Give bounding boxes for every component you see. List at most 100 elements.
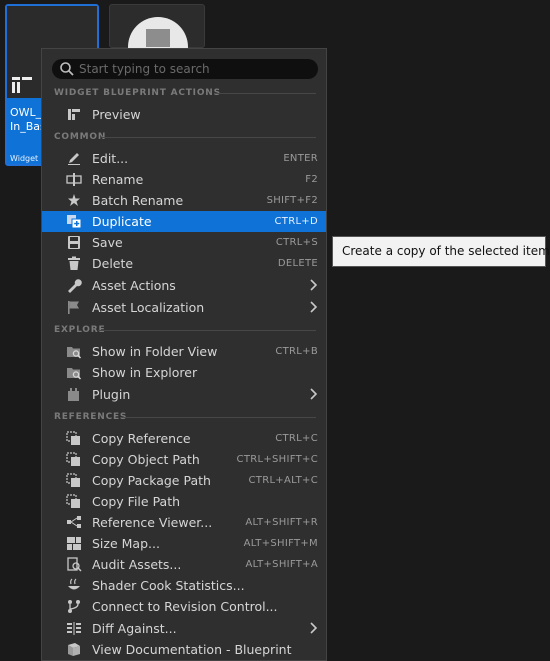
menu-item-plugin[interactable]: Plugin	[42, 384, 326, 405]
menu-item-label: Edit...	[92, 151, 129, 166]
menu-item-label: View Documentation - Blueprint	[92, 642, 292, 657]
menu-item-shortcut: DELETE	[277, 258, 318, 269]
cube-thumbnail-icon	[146, 29, 170, 47]
menu-item-save[interactable]: Save CTRL+S	[42, 232, 326, 253]
menu-item-copy-package-path[interactable]: Copy Package Path CTRL+ALT+C	[42, 470, 326, 491]
menu-item-shortcut: CTRL+S	[275, 237, 318, 248]
menu-item-audit-assets[interactable]: Audit Assets... ALT+SHIFT+A	[42, 554, 326, 575]
menu-item-label: Rename	[92, 172, 144, 187]
rename-icon	[66, 173, 82, 186]
menu-item-diff-against[interactable]: Diff Against...	[42, 618, 326, 639]
folder-icon	[67, 368, 82, 380]
folder-search-icon	[67, 347, 82, 359]
size-map-icon	[67, 537, 81, 550]
menu-item-label: Save	[92, 235, 123, 250]
reference-viewer-icon	[67, 516, 81, 528]
menu-item-label: Size Map...	[92, 536, 160, 551]
trash-icon	[68, 256, 80, 270]
menu-item-label: Preview	[92, 107, 141, 122]
tooltip-text: Create a copy of the selected item(s).	[342, 244, 550, 258]
menu-item-label: Duplicate	[92, 214, 152, 229]
menu-item-shortcut: CTRL+ALT+C	[248, 475, 318, 486]
menu-item-label: Copy Object Path	[92, 452, 200, 467]
copy-icon	[66, 452, 80, 466]
menu-item-shortcut: CTRL+D	[274, 216, 318, 227]
copy-icon	[66, 473, 80, 487]
wrench-icon	[68, 279, 82, 293]
menu-item-label: Connect to Revision Control...	[92, 599, 278, 614]
menu-item-reference-viewer[interactable]: Reference Viewer... ALT+SHIFT+R	[42, 512, 326, 533]
batch-rename-icon	[68, 194, 80, 206]
diff-icon	[67, 622, 81, 635]
menu-item-copy-object-path[interactable]: Copy Object Path CTRL+SHIFT+C	[42, 449, 326, 470]
menu-item-shortcut: ALT+SHIFT+A	[245, 559, 318, 570]
menu-item-label: Copy Reference	[92, 431, 191, 446]
menu-item-shortcut: CTRL+C	[275, 433, 318, 444]
search-placeholder: Start typing to search	[79, 62, 210, 76]
menu-item-shortcut: ALT+SHIFT+M	[243, 538, 318, 549]
flag-icon	[68, 301, 79, 314]
menu-item-rename[interactable]: Rename F2	[42, 169, 326, 190]
asset-type-label: Widget B	[10, 154, 44, 163]
menu-item-shortcut: CTRL+B	[275, 346, 318, 357]
section-widget-blueprint-actions: WIDGET BLUEPRINT ACTIONS	[42, 86, 326, 100]
menu-item-show-in-explorer[interactable]: Show in Explorer	[42, 362, 326, 383]
revision-control-icon	[68, 600, 80, 613]
documentation-icon	[68, 643, 80, 656]
menu-item-label: Batch Rename	[92, 193, 184, 208]
section-references: REFERENCES	[42, 410, 326, 424]
search-icon	[60, 62, 74, 76]
menu-item-show-in-folder-view[interactable]: Show in Folder View CTRL+B	[42, 341, 326, 362]
plugin-icon	[68, 388, 79, 401]
asset-name-line2: In_Bas	[10, 120, 44, 133]
menu-item-label: Reference Viewer...	[92, 515, 213, 530]
chevron-right-icon	[310, 622, 318, 634]
menu-item-connect-revision-control[interactable]: Connect to Revision Control...	[42, 596, 326, 617]
audit-icon	[67, 557, 82, 572]
menu-item-label: Delete	[92, 256, 134, 271]
menu-item-size-map[interactable]: Size Map... ALT+SHIFT+M	[42, 533, 326, 554]
menu-item-copy-reference[interactable]: Copy Reference CTRL+C	[42, 428, 326, 449]
menu-item-asset-localization[interactable]: Asset Localization	[42, 297, 326, 318]
asset-name-line1: OWL_	[10, 106, 42, 119]
menu-item-label: Diff Against...	[92, 621, 177, 636]
menu-item-label: Asset Actions	[92, 278, 176, 293]
menu-item-label: Audit Assets...	[92, 557, 182, 572]
menu-item-shortcut: ENTER	[283, 153, 318, 164]
menu-item-view-documentation[interactable]: View Documentation - Blueprint	[42, 639, 326, 660]
menu-item-delete[interactable]: Delete DELETE	[42, 253, 326, 274]
menu-item-label: Show in Folder View	[92, 344, 218, 359]
menu-item-duplicate[interactable]: Duplicate CTRL+D	[42, 211, 326, 232]
menu-item-label: Plugin	[92, 387, 131, 402]
pencil-icon	[68, 153, 80, 165]
menu-item-preview[interactable]: Preview	[42, 104, 326, 125]
copy-icon	[66, 431, 80, 445]
copy-icon	[66, 494, 80, 508]
menu-item-label: Asset Localization	[92, 300, 205, 315]
duplicate-tooltip: Create a copy of the selected item(s).	[332, 236, 550, 267]
widget-blueprint-thumbnail-icon	[11, 76, 37, 96]
chevron-right-icon	[310, 301, 318, 313]
menu-item-label: Show in Explorer	[92, 365, 198, 380]
menu-item-batch-rename[interactable]: Batch Rename SHIFT+F2	[42, 190, 326, 211]
shader-icon	[68, 578, 80, 590]
context-menu: Start typing to search WIDGET BLUEPRINT …	[41, 48, 327, 661]
menu-item-shortcut: F2	[305, 174, 318, 185]
save-icon	[68, 236, 80, 249]
menu-item-shader-cook-statistics[interactable]: Shader Cook Statistics...	[42, 575, 326, 596]
menu-item-shortcut: CTRL+SHIFT+C	[236, 454, 318, 465]
section-common: COMMON	[42, 130, 326, 144]
menu-item-edit[interactable]: Edit... ENTER	[42, 148, 326, 169]
chevron-right-icon	[310, 279, 318, 291]
menu-item-copy-file-path[interactable]: Copy File Path	[42, 491, 326, 512]
menu-item-shortcut: ALT+SHIFT+R	[245, 517, 318, 528]
menu-item-asset-actions[interactable]: Asset Actions	[42, 275, 326, 296]
widget-blueprint-icon	[68, 109, 80, 120]
section-explore: EXPLORE	[42, 323, 326, 337]
menu-item-label: Copy Package Path	[92, 473, 211, 488]
menu-item-label: Shader Cook Statistics...	[92, 578, 245, 593]
menu-item-shortcut: SHIFT+F2	[266, 195, 318, 206]
menu-search-input[interactable]: Start typing to search	[52, 59, 318, 79]
asset-tile[interactable]	[109, 4, 205, 77]
chevron-right-icon	[310, 388, 318, 400]
